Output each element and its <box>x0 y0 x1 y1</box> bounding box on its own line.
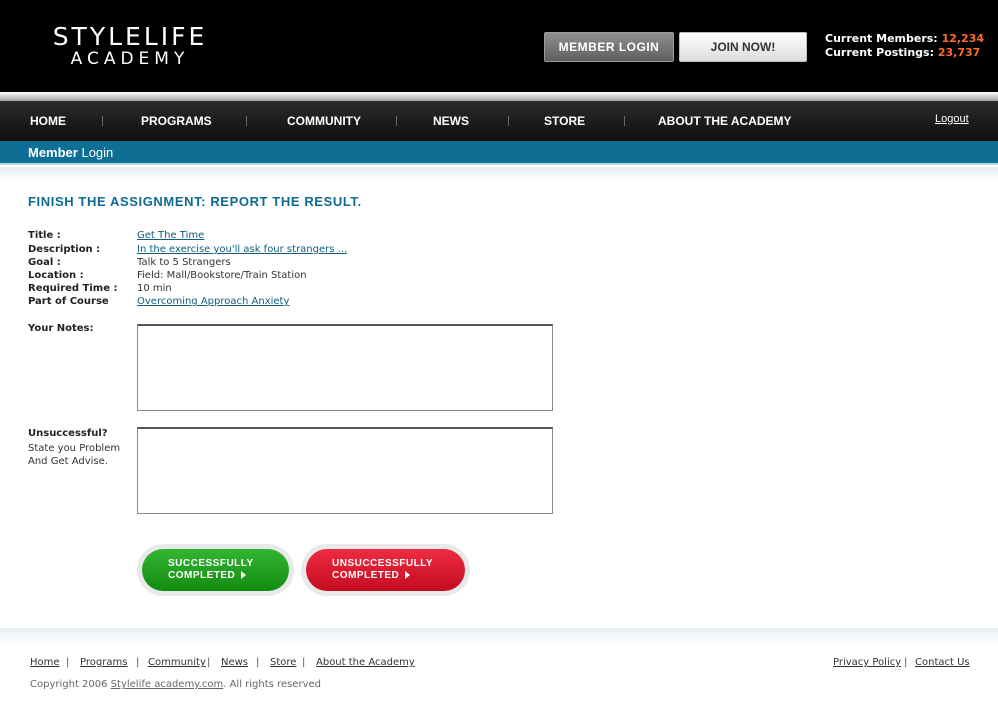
footer-separator: | <box>256 657 260 668</box>
unsuccessfully-completed-pill[interactable]: UNSUCCESSFULLY COMPLETED <box>306 549 465 591</box>
nav-separator <box>246 116 247 126</box>
unsuccessful-label: Unsuccessful? <box>28 428 108 439</box>
members-value: 12,234 <box>941 32 985 45</box>
nav-separator <box>508 116 509 126</box>
nav-item-news[interactable]: NEWS <box>433 101 469 141</box>
section-title-rest: Login <box>77 145 114 160</box>
logo-line1: STYLELIFE <box>52 22 208 51</box>
success-line1: SUCCESSFULLY <box>168 558 254 569</box>
successfully-completed-button[interactable]: SUCCESSFULLY COMPLETED <box>137 544 294 596</box>
footer-link-privacy-policy[interactable]: Privacy Policy <box>833 657 901 668</box>
success-line2: COMPLETED <box>168 570 289 582</box>
logout-link[interactable]: Logout <box>935 101 969 137</box>
nav-item-community[interactable]: COMMUNITY <box>287 101 361 141</box>
copyright-suffix: . All rights reserved <box>223 679 321 690</box>
footer-link-news[interactable]: News <box>221 657 248 668</box>
site-stats: Current Members: 12,234 Current Postings… <box>825 32 984 60</box>
postings-value: 23,737 <box>937 46 981 59</box>
page-title: FINISH THE ASSIGNMENT: REPORT THE RESULT… <box>28 194 362 209</box>
nav-top-strip <box>0 92 998 101</box>
copyright-text: Copyright 2006 Stylelife academy.com. Al… <box>30 679 321 690</box>
nav-item-home[interactable]: HOME <box>30 101 66 141</box>
title-link[interactable]: Get The Time <box>137 230 204 241</box>
arrow-right-icon <box>405 571 411 580</box>
section-title-bold: Member <box>28 145 78 160</box>
nav-separator <box>102 116 103 126</box>
description-link[interactable]: In the exercise you'll ask four stranger… <box>137 244 347 255</box>
member-login-bar: Member Login <box>0 141 998 165</box>
location-label: Location : <box>28 270 84 281</box>
footer-link-contact-us[interactable]: Contact Us <box>915 657 970 668</box>
logo-line2: ACADEMY <box>70 49 190 69</box>
footer-separator: | <box>66 657 70 668</box>
location-value: Field: Mall/Bookstore/Train Station <box>137 270 307 281</box>
arrow-right-icon <box>241 571 247 580</box>
site-header: STYLELIFE ACADEMY MEMBER LOGIN JOIN NOW!… <box>0 0 998 92</box>
nav-separator <box>624 116 625 126</box>
main-nav: HOME PROGRAMS COMMUNITY NEWS STORE ABOUT… <box>0 101 998 141</box>
footer-separator: | <box>136 657 140 668</box>
nav-separator <box>396 116 397 126</box>
footer-link-programs[interactable]: Programs <box>80 657 127 668</box>
nav-item-about[interactable]: ABOUT THE ACADEMY <box>658 101 792 141</box>
copyright-site-link[interactable]: Stylelife academy.com <box>111 679 224 690</box>
footer-separator: | <box>207 657 211 668</box>
nav-item-store[interactable]: STORE <box>544 101 585 141</box>
required-time-label: Required Time : <box>28 283 118 294</box>
success-line2-text: COMPLETED <box>168 570 236 581</box>
join-now-button[interactable]: JOIN NOW! <box>679 32 807 62</box>
goal-label: Goal : <box>28 257 61 268</box>
nav-item-programs[interactable]: PROGRAMS <box>141 101 212 141</box>
section-title: Member Login <box>28 141 113 165</box>
footer-separator: | <box>302 657 306 668</box>
course-link[interactable]: Overcoming Approach Anxiety <box>137 296 289 307</box>
successfully-completed-pill[interactable]: SUCCESSFULLY COMPLETED <box>142 549 289 591</box>
fail-line2: COMPLETED <box>332 570 465 582</box>
description-label: Description : <box>28 244 101 255</box>
members-label: Current Members: <box>825 32 938 45</box>
fail-line2-text: COMPLETED <box>332 570 400 581</box>
footer-divider <box>0 628 998 644</box>
sub-bar-shadow <box>0 167 998 181</box>
stylelife-academy-logo[interactable]: STYLELIFE ACADEMY <box>30 24 230 68</box>
title-label: Title : <box>28 230 61 241</box>
footer-separator: | <box>904 657 908 668</box>
footer-link-home[interactable]: Home <box>30 657 60 668</box>
course-label: Part of Course <box>28 296 109 307</box>
goal-value: Talk to 5 Strangers <box>137 257 231 268</box>
notes-label: Your Notes: <box>28 323 94 334</box>
postings-label: Current Postings: <box>825 46 934 59</box>
unsuccessful-hint-line2: And Get Advise. <box>28 456 108 467</box>
postings-stat: Current Postings: 23,737 <box>825 46 984 60</box>
unsuccessful-hint-line1: State you Problem <box>28 443 121 454</box>
footer-link-store[interactable]: Store <box>270 657 296 668</box>
footer-link-community[interactable]: Community <box>148 657 206 668</box>
member-login-button[interactable]: MEMBER LOGIN <box>544 32 674 62</box>
members-stat: Current Members: 12,234 <box>825 32 984 46</box>
copyright-prefix: Copyright 2006 <box>30 679 111 690</box>
unsuccessfully-completed-button[interactable]: UNSUCCESSFULLY COMPLETED <box>301 544 470 596</box>
notes-textarea[interactable] <box>137 324 553 411</box>
required-time-value: 10 min <box>137 283 172 294</box>
fail-line1: UNSUCCESSFULLY <box>332 558 434 569</box>
problem-textarea[interactable] <box>137 427 553 514</box>
footer-link-about[interactable]: About the Academy <box>316 657 415 668</box>
